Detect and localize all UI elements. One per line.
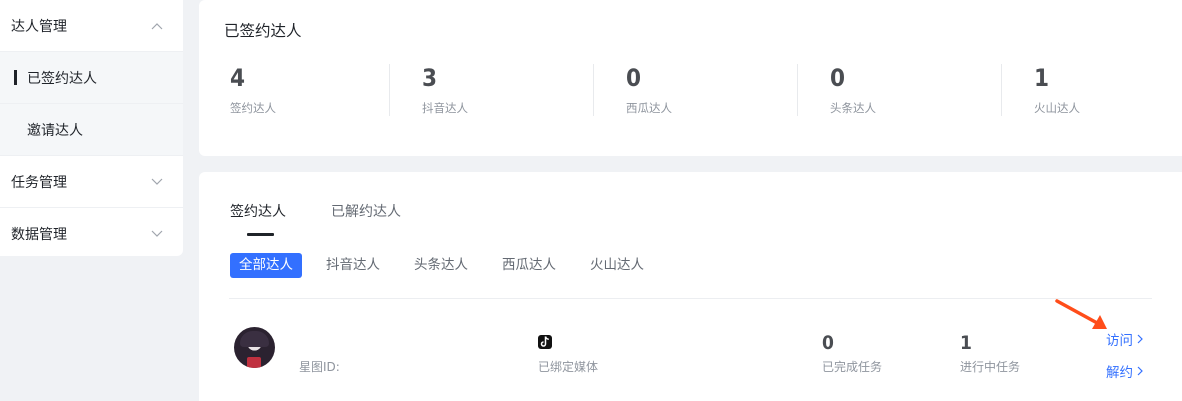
menu-item-invite-talent[interactable]: 邀请达人 <box>0 104 183 156</box>
chevron-up-icon <box>151 22 163 29</box>
chevron-right-icon <box>1137 366 1143 376</box>
annotation-arrow <box>1055 299 1107 329</box>
filter-all[interactable]: 全部达人 <box>230 253 302 278</box>
filter-douyin[interactable]: 抖音达人 <box>326 253 380 278</box>
stat-divider <box>1001 64 1002 116</box>
in-progress-tasks-label: 进行中任务 <box>960 360 1021 374</box>
chevron-right-icon <box>1137 334 1143 344</box>
sidebar: 达人管理 已签约达人 邀请达人 任务管理 数据管理 <box>0 0 183 256</box>
menu-item-signed-talent-label: 已签约达人 <box>27 70 97 87</box>
talent-list-card: 签约达人 已解约达人 全部达人 抖音达人 头条达人 西瓜达人 火山达人 星图ID… <box>199 172 1182 401</box>
filter-toutiao[interactable]: 头条达人 <box>414 253 468 278</box>
stat-label: 签约达人 <box>230 101 276 115</box>
terminate-link[interactable]: 解约 <box>1106 361 1143 381</box>
completed-tasks-label: 已完成任务 <box>822 360 883 374</box>
stat-value: 1 <box>1034 64 1050 92</box>
menu-item-invite-talent-label: 邀请达人 <box>27 122 83 139</box>
active-indicator <box>14 70 17 85</box>
stat-divider <box>797 64 798 116</box>
stat-douyin: 3 抖音达人 <box>391 64 595 116</box>
menu-group-data-label: 数据管理 <box>11 227 67 243</box>
stat-label: 火山达人 <box>1034 101 1080 115</box>
filter-xigua[interactable]: 西瓜达人 <box>502 253 556 278</box>
tab-terminated-talent[interactable]: 已解约达人 <box>331 201 401 221</box>
menu-group-tasks-label: 任务管理 <box>11 174 67 191</box>
tab-signed-talent[interactable]: 签约达人 <box>230 201 286 221</box>
stat-value: 0 <box>830 64 846 92</box>
stat-value: 4 <box>230 64 246 92</box>
divider <box>229 298 1152 299</box>
chevron-down-icon <box>151 230 163 237</box>
stat-value: 3 <box>422 64 438 92</box>
stat-huoshan: 1 火山达人 <box>1003 64 1182 116</box>
menu-group-tasks[interactable]: 任务管理 <box>0 156 183 208</box>
stat-label: 抖音达人 <box>422 101 468 115</box>
menu-group-data[interactable]: 数据管理 <box>0 208 183 260</box>
summary-title: 已签约达人 <box>224 22 302 40</box>
menu-group-talent[interactable]: 达人管理 <box>0 0 183 52</box>
terminate-label: 解约 <box>1106 365 1133 381</box>
filter-huoshan[interactable]: 火山达人 <box>590 253 644 278</box>
chevron-down-icon <box>151 178 163 185</box>
stat-divider <box>389 64 390 116</box>
stat-divider <box>593 64 594 116</box>
star-id-label: 星图ID: <box>299 360 340 374</box>
menu-group-talent-label: 达人管理 <box>11 18 67 35</box>
stat-value: 0 <box>626 64 642 92</box>
tab-active-underline <box>247 233 274 236</box>
stat-label: 头条达人 <box>830 101 876 115</box>
menu-item-signed-talent[interactable]: 已签约达人 <box>0 52 183 104</box>
stat-label: 西瓜达人 <box>626 101 672 115</box>
tiktok-icon <box>538 335 552 349</box>
avatar[interactable] <box>234 327 275 368</box>
bound-media-label: 已绑定媒体 <box>538 360 599 374</box>
in-progress-tasks-value: 1 <box>960 332 972 354</box>
completed-tasks-value: 0 <box>822 332 834 354</box>
summary-card: 已签约达人 4 签约达人 3 抖音达人 0 西瓜达人 0 头条达人 1 火山达人 <box>199 0 1182 156</box>
stat-xigua: 0 西瓜达人 <box>595 64 799 116</box>
stat-toutiao: 0 头条达人 <box>799 64 1003 116</box>
stat-signed: 4 签约达人 <box>199 64 403 116</box>
